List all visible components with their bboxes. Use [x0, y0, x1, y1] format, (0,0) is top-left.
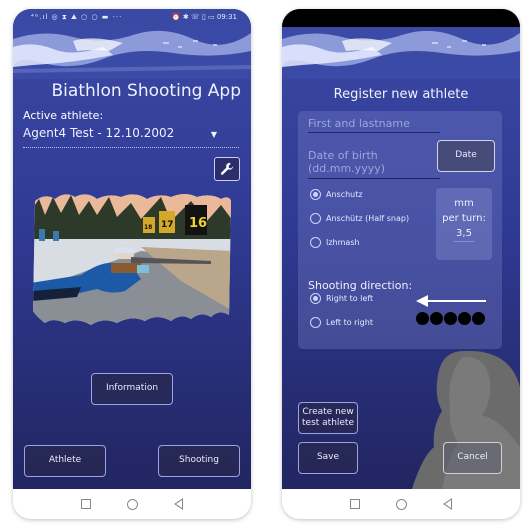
shooting-direction-label: Shooting direction:	[308, 279, 413, 292]
create-test-athlete-button[interactable]: Create new test athlete	[298, 402, 358, 434]
information-button[interactable]: Information	[91, 373, 173, 405]
recents-square-icon[interactable]	[81, 499, 91, 509]
active-athlete-label: Active athlete:	[23, 109, 104, 122]
target-dot	[416, 312, 429, 325]
phone-register-screen: Register new athlete First and lastname …	[282, 9, 520, 519]
active-athlete-value: Agent4 Test - 12.10.2002	[23, 126, 175, 140]
dob-input[interactable]: Date of birth (dd.mm.yyyy)	[308, 149, 440, 179]
wrench-icon	[220, 162, 234, 175]
target-dot	[430, 312, 443, 325]
rifle-option-label: Anschütz (Half snap)	[326, 214, 410, 223]
radio-unselected-icon	[310, 237, 321, 248]
radio-unselected-icon	[310, 317, 321, 328]
snow-banner-image	[282, 29, 520, 79]
cancel-button[interactable]: Cancel	[443, 442, 502, 474]
rifle-option-izhmash[interactable]: Izhmash	[310, 237, 360, 248]
name-input[interactable]: First and lastname	[308, 117, 440, 133]
athlete-button[interactable]: Athlete	[24, 445, 106, 477]
direction-option-label: Right to left	[326, 294, 374, 303]
per-turn-label: per turn:	[442, 213, 486, 224]
dob-placeholder-line1: Date of birth	[308, 149, 378, 162]
target-dots	[416, 312, 485, 325]
direction-option-left-to-right[interactable]: Left to right	[310, 317, 373, 328]
register-title: Register new athlete	[333, 87, 469, 102]
back-triangle-icon[interactable]	[443, 498, 452, 510]
rifle-option-anschutz-half-snap[interactable]: Anschütz (Half snap)	[310, 213, 409, 224]
save-button[interactable]: Save	[298, 442, 358, 474]
target-dot	[472, 312, 485, 325]
home-circle-icon[interactable]	[127, 498, 138, 510]
recents-square-icon[interactable]	[350, 499, 360, 509]
back-triangle-icon[interactable]	[174, 498, 183, 510]
target-number-17: 17	[161, 220, 174, 230]
athlete-shooting-photo: 16 17 18	[33, 194, 231, 325]
radio-unselected-icon	[310, 213, 321, 224]
status-bar: ⁴ᴳ.ıl ◎ ⧗ ⛰ ○ ○ ▬ ··· ⏰ ✱ ☏ ▯ ▭ 09:31	[13, 9, 251, 27]
date-picker-button[interactable]: Date	[437, 140, 495, 172]
target-number-18: 18	[144, 224, 152, 231]
system-nav-bar	[13, 489, 251, 519]
dob-placeholder-line2: (dd.mm.yyyy)	[308, 162, 386, 175]
status-bar-black	[282, 9, 520, 27]
radio-selected-icon	[310, 189, 321, 200]
target-number-16: 16	[189, 216, 207, 231]
status-icons: ⏰ ✱ ☏ ▯ ▭	[171, 13, 215, 21]
direction-option-label: Left to right	[326, 318, 373, 327]
active-athlete-dropdown[interactable]: Agent4 Test - 12.10.2002 ▼	[23, 126, 239, 148]
status-icons-right: ⏰ ✱ ☏ ▯ ▭ 09:31	[172, 13, 237, 21]
create-test-line2: test athlete	[302, 418, 354, 428]
rifle-option-anschutz[interactable]: Anschutz	[310, 189, 363, 200]
dropdown-caret-icon: ▼	[210, 130, 217, 139]
status-time: 09:31	[216, 13, 237, 21]
direction-option-right-to-left[interactable]: Right to left	[310, 293, 373, 304]
mm-per-turn-input[interactable]: 3,5	[454, 226, 474, 242]
phone-main-screen: ⁴ᴳ.ıl ◎ ⧗ ⛰ ○ ○ ▬ ··· ⏰ ✱ ☏ ▯ ▭ 09:31 Bi…	[13, 9, 251, 519]
shooting-button[interactable]: Shooting	[158, 445, 240, 477]
target-dot	[458, 312, 471, 325]
mm-per-turn-box: mm per turn: 3,5	[436, 188, 492, 260]
register-screen: Register new athlete First and lastname …	[282, 9, 520, 489]
rifle-option-label: Izhmash	[326, 238, 360, 247]
mm-label: mm	[454, 198, 474, 209]
main-screen: ⁴ᴳ.ıl ◎ ⧗ ⛰ ○ ○ ▬ ··· ⏰ ✱ ☏ ▯ ▭ 09:31 Bi…	[13, 9, 251, 489]
create-test-line1: Create new	[302, 406, 354, 417]
rifle-option-label: Anschutz	[326, 190, 363, 199]
target-dot	[444, 312, 457, 325]
settings-button[interactable]	[214, 157, 240, 181]
snow-banner-image	[13, 29, 251, 79]
home-circle-icon[interactable]	[396, 498, 407, 510]
direction-arrow-left-icon	[416, 295, 486, 307]
radio-selected-icon	[310, 293, 321, 304]
app-title: Biathlon Shooting App	[51, 81, 241, 101]
status-icons-left: ⁴ᴳ.ıl ◎ ⧗ ⛰ ○ ○ ▬ ···	[31, 13, 123, 21]
system-nav-bar	[282, 489, 520, 519]
